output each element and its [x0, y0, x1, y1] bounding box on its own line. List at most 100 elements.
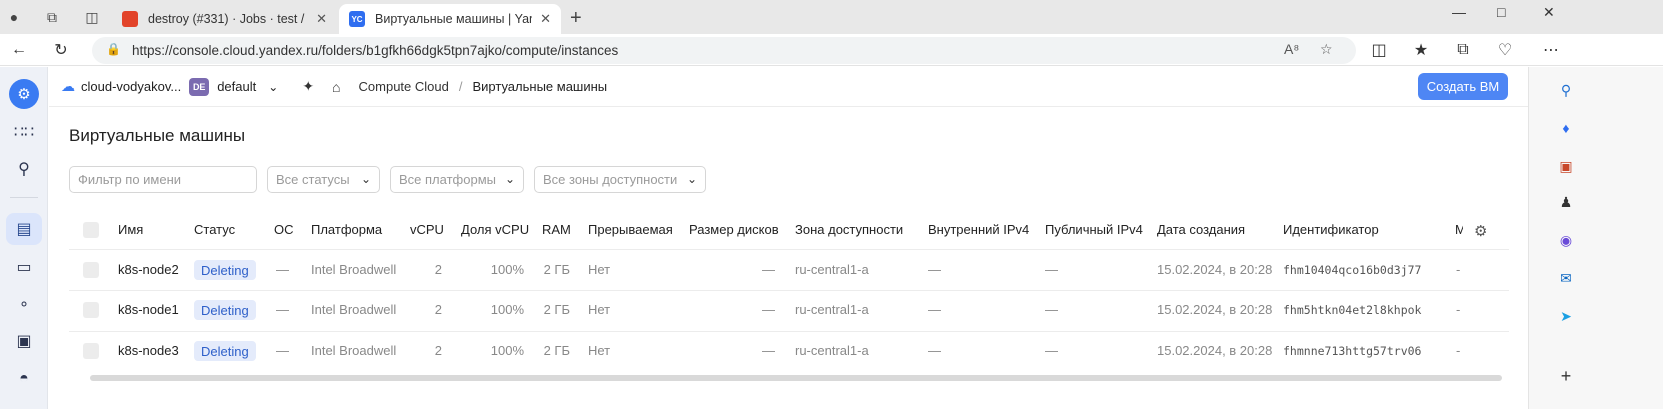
all-services-icon[interactable]: ∷∷ [12, 120, 36, 144]
maximize-window-icon[interactable]: □ [1497, 4, 1505, 20]
vm-name[interactable]: k8s-node3 [118, 343, 179, 358]
address-bar[interactable]: 🔒 https://console.cloud.yandex.ru/folder… [92, 37, 1356, 64]
column-header-id[interactable]: Идентификатор [1283, 222, 1379, 237]
breadcrumb-current-page: Виртуальные машины [472, 79, 608, 94]
create-vm-button[interactable]: Создать ВМ [1418, 73, 1508, 100]
column-header-public-ipv4[interactable]: Публичный IPv4 [1045, 222, 1143, 237]
chevron-down-icon: ⌄ [686, 172, 697, 186]
close-window-icon[interactable]: ✕ [1543, 4, 1555, 21]
vm-ram: 2 ГБ [543, 302, 570, 317]
back-arrow-icon[interactable]: ← [8, 39, 30, 61]
column-header-internal-ipv4[interactable]: Внутренний IPv4 [928, 222, 1029, 237]
favorite-star-icon[interactable]: ☆ [1320, 41, 1333, 58]
vm-platform: Intel Broadwell [311, 262, 397, 277]
vm-id[interactable]: fhm10404qco16b0d3j77 [1283, 263, 1421, 277]
vm-created: 15.02.2024, в 20:28 [1157, 302, 1273, 317]
close-tab-icon[interactable]: ✕ [540, 11, 551, 27]
column-header-os[interactable]: ОС [274, 222, 294, 237]
row-checkbox[interactable] [83, 302, 99, 318]
search-icon[interactable]: ⚲ [12, 157, 36, 181]
cloud-selector[interactable]: cloud-vodyakov... [81, 79, 181, 94]
column-header-platform[interactable]: Платформа [311, 222, 382, 237]
column-header-status[interactable]: Статус [194, 222, 235, 237]
name-filter-placeholder: Фильтр по имени [78, 172, 182, 187]
row-checkbox[interactable] [83, 262, 99, 278]
tools-icon[interactable]: ▣ [1555, 155, 1577, 177]
vm-truncated-cell: - [1456, 302, 1461, 317]
rail-divider [10, 197, 38, 198]
vm-vcpu: 2 [434, 302, 442, 317]
close-tab-icon[interactable]: ✕ [316, 11, 327, 27]
vm-id[interactable]: fhm5htkn04et2l8khpok [1283, 303, 1421, 317]
vm-name[interactable]: k8s-node2 [118, 262, 179, 277]
new-tab-icon[interactable]: + [570, 7, 582, 30]
placement-groups-icon[interactable]: ∘ [12, 292, 36, 316]
horizontal-scrollbar[interactable] [90, 375, 1502, 381]
vm-created: 15.02.2024, в 20:28 [1157, 262, 1273, 277]
chevron-down-icon: ⌄ [504, 172, 515, 186]
collections-icon[interactable]: ⧉ [1452, 39, 1474, 61]
column-header-truncated[interactable]: М [1455, 222, 1463, 237]
column-header-ram[interactable]: RAM [542, 222, 571, 237]
services-graph-icon[interactable]: ✦ [302, 78, 314, 95]
platform-filter-select[interactable]: Все платформы ⌄ [390, 166, 524, 193]
column-header-vcpu-share[interactable]: Доля vCPU [461, 222, 529, 237]
disks-icon[interactable]: ▭ [12, 255, 36, 279]
vm-preemptible: Нет [588, 262, 611, 277]
vm-disk-size: — [762, 262, 775, 277]
vm-ram: 2 ГБ [543, 343, 570, 358]
snapshots-icon[interactable]: ◓ [12, 367, 36, 391]
table-settings-gear-icon[interactable]: ⚙ [1474, 222, 1487, 240]
favorites-icon[interactable]: ★ [1410, 39, 1432, 61]
chevron-down-icon: ⌄ [360, 172, 371, 186]
vm-name[interactable]: k8s-node1 [118, 302, 179, 317]
folder-selector[interactable]: default [217, 79, 256, 94]
column-header-zone[interactable]: Зона доступности [795, 222, 903, 237]
bing-search-icon[interactable]: ⚲ [1555, 79, 1577, 101]
status-filter-select[interactable]: Все статусы ⌄ [267, 166, 380, 193]
browser-toolbar: ← ↻ 🔒 https://console.cloud.yandex.ru/fo… [0, 34, 1663, 66]
profile-icon[interactable]: ● [4, 7, 24, 27]
url-text[interactable]: https://console.cloud.yandex.ru/folders/… [132, 43, 618, 58]
tab-actions-icon[interactable]: ◫ [82, 7, 102, 27]
column-header-disk-size[interactable]: Размер дисков [689, 222, 779, 237]
vm-vcpu: 2 [434, 343, 442, 358]
name-filter-input[interactable]: Фильтр по имени [69, 166, 257, 193]
browser-essentials-icon[interactable]: ♡ [1494, 39, 1516, 61]
browser-tab-yandex-cloud[interactable]: YC Виртуальные машины | Yandex C ✕ [339, 4, 561, 34]
tab-title: destroy (#331) · Jobs · test / Diplo [148, 12, 308, 26]
telegram-icon[interactable]: ➤ [1555, 305, 1577, 327]
chevron-down-icon[interactable]: ⌄ [268, 80, 278, 94]
vm-zone: ru-central1-a [795, 262, 869, 277]
column-header-created[interactable]: Дата создания [1157, 222, 1245, 237]
vm-truncated-cell: - [1456, 343, 1461, 358]
more-options-icon[interactable]: ⋯ [1540, 39, 1562, 61]
virtual-machines-icon[interactable]: ▤ [6, 213, 42, 245]
row-checkbox[interactable] [83, 343, 99, 359]
vm-internal-ip: — [928, 262, 941, 277]
workspaces-icon[interactable]: ⧉ [42, 7, 62, 27]
zone-filter-select[interactable]: Все зоны доступности ⌄ [534, 166, 706, 193]
minimize-window-icon[interactable]: — [1452, 4, 1466, 20]
games-icon[interactable]: ♟ [1555, 191, 1577, 213]
images-icon[interactable]: ▣ [12, 329, 36, 353]
column-header-name[interactable]: Имя [118, 222, 143, 237]
vm-public-ip: — [1045, 343, 1058, 358]
reload-icon[interactable]: ↻ [50, 39, 72, 61]
outlook-icon[interactable]: ✉ [1555, 267, 1577, 289]
select-all-checkbox[interactable] [83, 222, 99, 238]
vm-id[interactable]: fhmnne713httg57trv06 [1283, 344, 1421, 358]
yandex-cloud-logo-icon[interactable]: ⚙ [9, 79, 39, 109]
split-screen-icon[interactable]: ◫ [1368, 39, 1390, 61]
column-header-preemptible[interactable]: Прерываемая [588, 222, 673, 237]
console-header: ☁ cloud-vodyakov... DE default ⌄ ✦ ⌂ Com… [49, 67, 1528, 107]
copilot-icon[interactable]: ◉ [1555, 229, 1577, 251]
shopping-tag-icon[interactable]: ♦ [1555, 117, 1577, 139]
breadcrumb-compute-cloud[interactable]: Compute Cloud [359, 79, 449, 94]
read-aloud-icon[interactable]: A⁸ [1284, 41, 1299, 57]
add-panel-icon[interactable]: + [1555, 365, 1577, 387]
column-header-vcpu[interactable]: vCPU [410, 222, 444, 237]
zone-filter-value: Все зоны доступности [543, 172, 678, 187]
home-icon[interactable]: ⌂ [332, 79, 340, 95]
browser-tab-gitlab[interactable]: destroy (#331) · Jobs · test / Diplo ✕ [112, 4, 337, 34]
